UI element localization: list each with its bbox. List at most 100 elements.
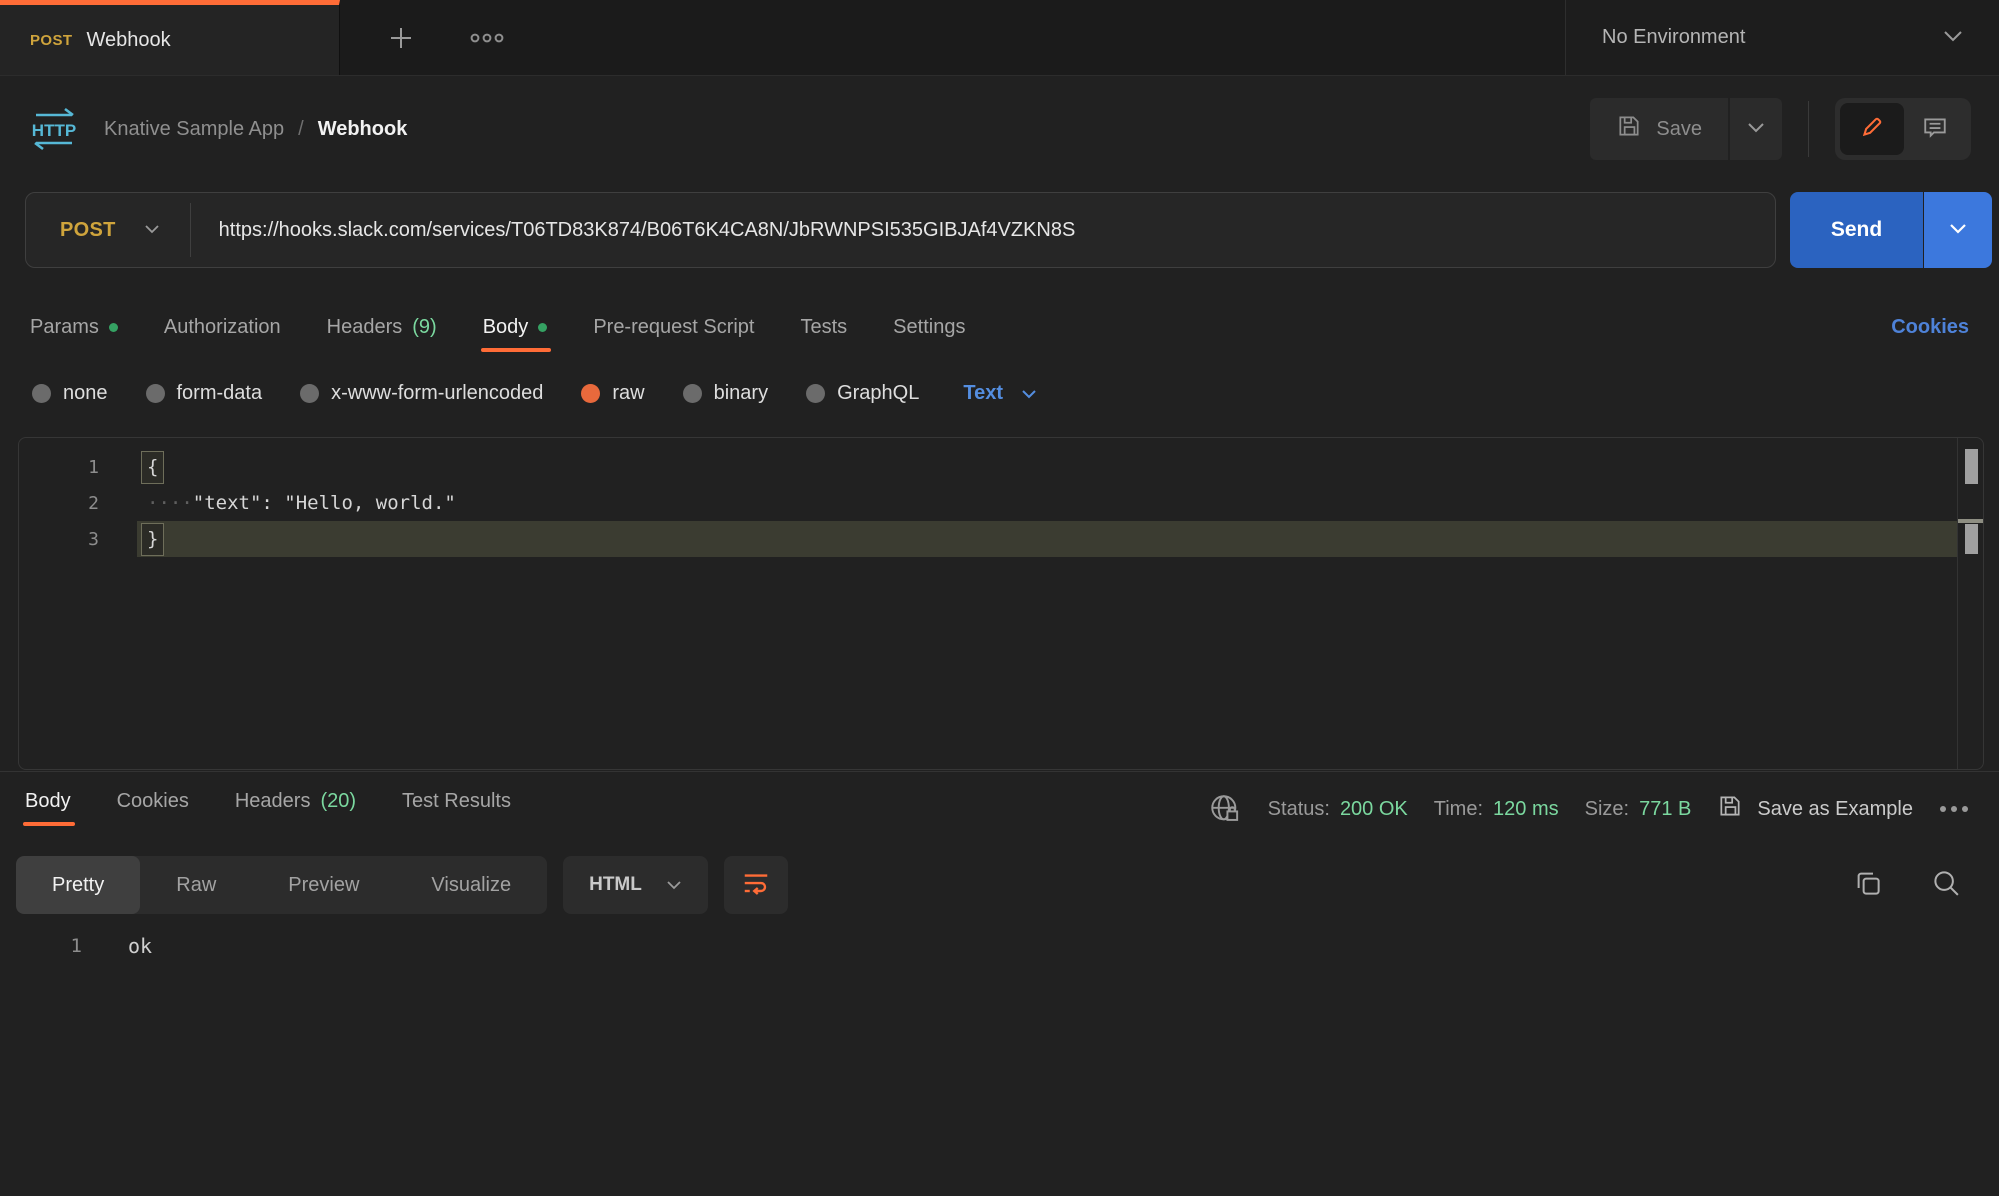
response-format-select[interactable]: HTML <box>563 856 708 914</box>
editor-line: 2 ···· "text": "Hello, world." <box>19 485 1983 521</box>
response-tab-cookies-label: Cookies <box>117 790 189 813</box>
mode-none-label: none <box>63 382 108 405</box>
status-label: Status: <box>1268 798 1330 821</box>
tab-pre-request-script-label: Pre-request Script <box>593 316 754 339</box>
body-status-dot <box>538 323 547 332</box>
tab-method-badge: POST <box>30 32 72 49</box>
response-panel: Body Cookies Headers (20) Test Results <box>0 771 1999 1196</box>
tab-pre-request-script[interactable]: Pre-request Script <box>593 316 754 339</box>
send-button[interactable]: Send <box>1790 192 1923 268</box>
response-line-number: 1 <box>0 935 82 957</box>
breadcrumb-collection[interactable]: Knative Sample App <box>104 118 284 141</box>
save-as-example-label: Save as Example <box>1757 798 1913 821</box>
overview-cursor-marker <box>1965 524 1978 554</box>
mode-raw[interactable]: raw <box>581 382 644 405</box>
tab-tests[interactable]: Tests <box>800 316 847 339</box>
status-value: 200 OK <box>1340 798 1408 821</box>
tab-settings[interactable]: Settings <box>893 316 965 339</box>
cookies-link[interactable]: Cookies <box>1891 316 1969 339</box>
send-options-button[interactable] <box>1924 192 1992 268</box>
mode-none[interactable]: none <box>32 382 108 405</box>
view-mode-segmented-control: Pretty Raw Preview Visualize <box>16 856 547 914</box>
comments-button[interactable] <box>1904 103 1966 155</box>
raw-language-label: Text <box>963 382 1003 405</box>
headers-count-badge: (9) <box>412 316 436 339</box>
line-number: 2 <box>19 493 137 514</box>
tab-title: Webhook <box>86 29 170 52</box>
scrollbar-thumb[interactable] <box>1965 449 1978 484</box>
mode-binary-label: binary <box>714 382 768 405</box>
mode-graphql[interactable]: GraphQL <box>806 382 919 405</box>
editor-line: 1 { <box>19 449 1983 485</box>
raw-language-select[interactable]: Text <box>963 382 1037 405</box>
active-tab-underline <box>23 822 75 826</box>
size-indicator[interactable]: Size: 771 B <box>1585 798 1692 821</box>
line-number: 1 <box>19 457 137 478</box>
method-select[interactable]: POST <box>26 219 190 242</box>
response-body-text: ok <box>82 934 152 958</box>
tab-body[interactable]: Body <box>483 316 548 339</box>
radio-selected-icon <box>581 384 600 403</box>
tab-more-options-icon[interactable] <box>470 32 504 44</box>
copy-icon[interactable] <box>1853 868 1883 898</box>
url-bar: POST https://hooks.slack.com/services/T0… <box>25 192 1776 268</box>
tab-authorization-label: Authorization <box>164 316 281 339</box>
mode-binary[interactable]: binary <box>683 382 768 405</box>
edit-mode-button[interactable] <box>1840 103 1904 155</box>
request-tab-webhook[interactable]: POST Webhook <box>0 0 340 75</box>
time-label: Time: <box>1434 798 1483 821</box>
mode-form-data[interactable]: form-data <box>146 382 263 405</box>
save-button[interactable]: Save <box>1590 98 1728 160</box>
response-viewer-toolbar: Pretty Raw Preview Visualize HTML <box>16 856 788 914</box>
response-tab-headers-label: Headers <box>235 790 311 813</box>
save-options-button[interactable] <box>1730 98 1782 160</box>
line-number: 3 <box>19 529 137 550</box>
breadcrumb-request-name[interactable]: Webhook <box>318 118 408 141</box>
environment-selector[interactable]: No Environment <box>1565 0 1999 75</box>
chevron-down-icon <box>1021 382 1037 405</box>
code-line: ···· "text": "Hello, world." <box>137 485 1957 521</box>
view-mode-visualize[interactable]: Visualize <box>395 856 547 914</box>
new-tab-button[interactable] <box>386 23 416 53</box>
time-indicator[interactable]: Time: 120 ms <box>1434 798 1559 821</box>
tab-headers[interactable]: Headers (9) <box>327 316 437 339</box>
request-header: HTTP Knative Sample App / Webhook Save <box>0 77 1999 181</box>
save-as-example-button[interactable]: Save as Example <box>1717 793 1913 825</box>
response-more-options-icon[interactable] <box>1939 804 1969 814</box>
response-body-line: 1 ok <box>0 930 152 962</box>
active-tab-underline <box>481 348 552 352</box>
request-config-tabs: Params Authorization Headers (9) Body Pr… <box>30 302 1969 352</box>
postman-window: POST Webhook No Environment <box>0 0 1999 1196</box>
environment-label: No Environment <box>1602 26 1745 49</box>
response-tab-test-results[interactable]: Test Results <box>402 790 511 813</box>
status-indicator[interactable]: Status: 200 OK <box>1268 798 1408 821</box>
network-globe-lock-icon[interactable] <box>1208 792 1242 826</box>
wrap-lines-button[interactable] <box>724 856 788 914</box>
tab-params[interactable]: Params <box>30 316 118 339</box>
response-tab-body[interactable]: Body <box>25 790 71 813</box>
request-body-editor[interactable]: 1 { 2 ···· "text": "Hello, world." 3 } <box>18 437 1984 770</box>
tab-body-label: Body <box>483 316 529 339</box>
view-mode-pretty[interactable]: Pretty <box>16 856 140 914</box>
view-mode-preview[interactable]: Preview <box>252 856 395 914</box>
body-mode-selector: none form-data x-www-form-urlencoded raw… <box>32 370 1037 416</box>
mode-x-www-form-urlencoded[interactable]: x-www-form-urlencoded <box>300 382 543 405</box>
send-button-label: Send <box>1831 218 1882 242</box>
chevron-down-icon <box>1747 120 1765 138</box>
response-format-label: HTML <box>589 874 642 896</box>
response-tab-headers[interactable]: Headers (20) <box>235 790 356 813</box>
whitespace-dots: ···· <box>147 492 193 514</box>
view-mode-raw[interactable]: Raw <box>140 856 252 914</box>
radio-icon <box>300 384 319 403</box>
breadcrumb-separator: / <box>298 118 304 141</box>
params-status-dot <box>109 323 118 332</box>
search-icon[interactable] <box>1931 868 1961 898</box>
url-input[interactable]: https://hooks.slack.com/services/T06TD83… <box>191 219 1076 242</box>
size-value: 771 B <box>1639 798 1691 821</box>
response-tab-cookies[interactable]: Cookies <box>117 790 189 813</box>
code-text: "text": "Hello, world." <box>193 492 456 514</box>
response-tabs: Body Cookies Headers (20) Test Results <box>25 790 511 813</box>
response-tab-body-label: Body <box>25 790 71 813</box>
save-button-label: Save <box>1656 118 1702 141</box>
tab-authorization[interactable]: Authorization <box>164 316 281 339</box>
